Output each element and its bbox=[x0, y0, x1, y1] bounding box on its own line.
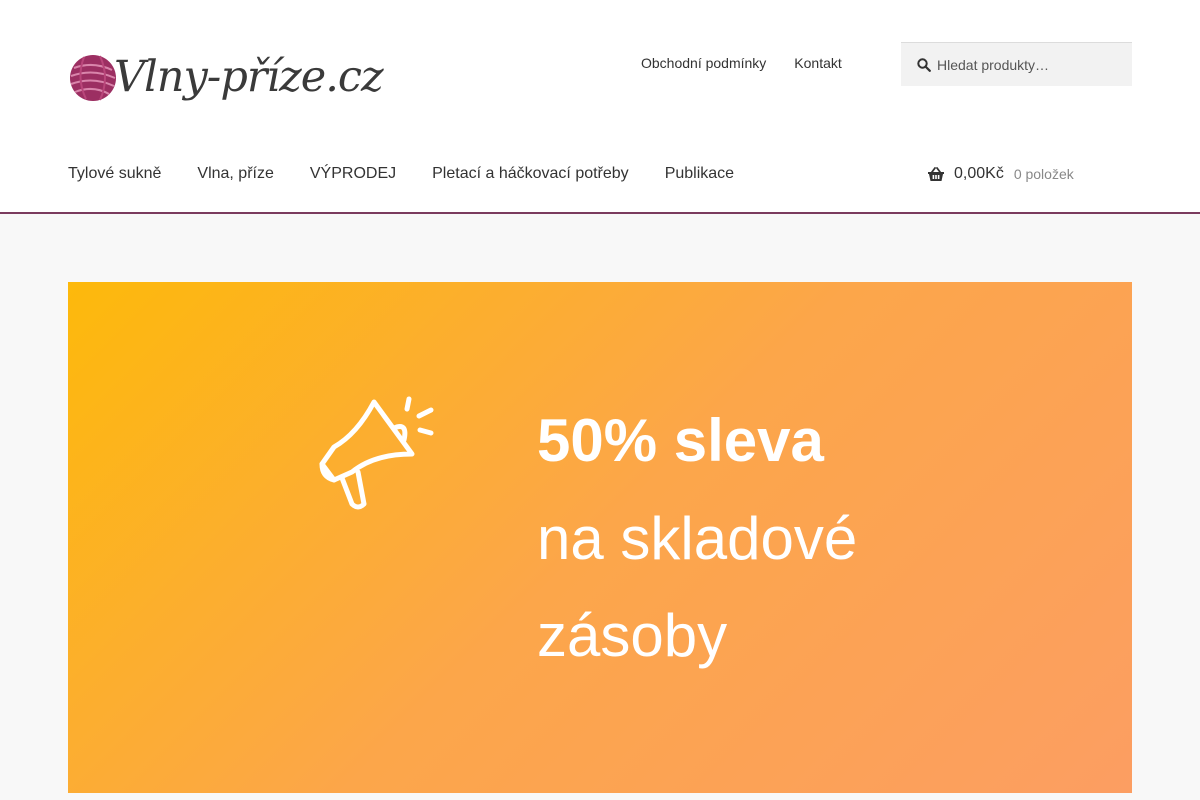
nav-item-vyprodej[interactable]: VÝPRODEJ bbox=[310, 164, 396, 184]
site-header: Vlny-příze.cz Obchodní podmínky Kontakt … bbox=[0, 0, 1200, 214]
nav-link-terms[interactable]: Obchodní podmínky bbox=[627, 54, 780, 72]
banner-headline: 50% sleva bbox=[537, 407, 824, 474]
cart-amount: 0,00Kč bbox=[954, 165, 1004, 182]
nav-item-vlna-prize[interactable]: Vlna, příze bbox=[197, 164, 273, 184]
nav-item-tylove-sukne[interactable]: Tylové sukně bbox=[68, 164, 161, 184]
logo-text: Vlny-příze.cz bbox=[114, 52, 384, 102]
shopping-basket-icon bbox=[928, 166, 944, 181]
main-nav: Tylové sukně Vlna, příze VÝPRODEJ Pletac… bbox=[68, 164, 770, 184]
banner-subline: na skladové bbox=[537, 505, 858, 572]
nav-item-pletaci-potreby[interactable]: Pletací a háčkovací potřeby bbox=[432, 164, 629, 184]
nav-link-contact[interactable]: Kontakt bbox=[780, 54, 855, 72]
promo-banner[interactable]: 50% sleva na skladové zásoby bbox=[68, 282, 1132, 793]
search-box bbox=[901, 42, 1132, 86]
site-logo[interactable]: Vlny-příze.cz bbox=[68, 48, 384, 106]
cart-link[interactable]: 0,00Kč 0 položek bbox=[927, 164, 1074, 184]
search-input[interactable] bbox=[937, 56, 1127, 73]
nav-item-publikace[interactable]: Publikace bbox=[665, 164, 734, 184]
cart-item-count: 0 položek bbox=[1013, 166, 1074, 182]
yarn-ball-icon bbox=[70, 55, 116, 101]
megaphone-icon bbox=[319, 396, 434, 510]
secondary-nav: Obchodní podmínky Kontakt bbox=[627, 54, 856, 72]
banner-subline-2: zásoby bbox=[537, 602, 728, 669]
search-icon[interactable] bbox=[917, 57, 931, 72]
